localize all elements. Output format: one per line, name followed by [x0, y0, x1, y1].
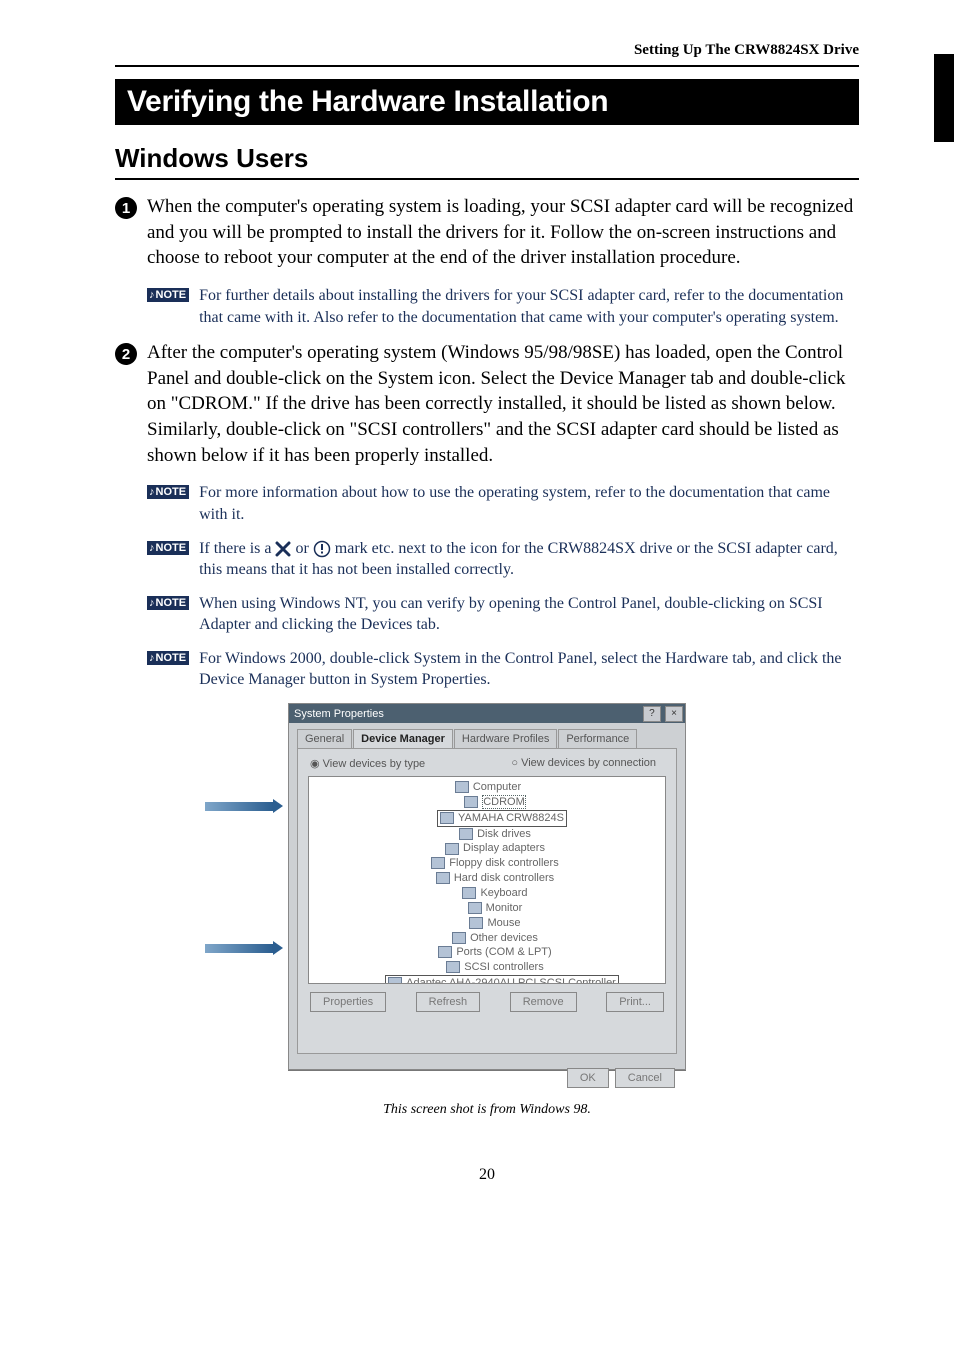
print-button[interactable]: Print... [606, 992, 664, 1012]
side-tab [934, 54, 954, 142]
running-head: Setting Up The CRW8824SX Drive [115, 42, 859, 59]
radio-view-by-type[interactable]: View devices by type [310, 757, 425, 770]
note-badge-icon: ♪NOTE [147, 541, 189, 555]
section-title: Windows Users [115, 143, 859, 174]
header-rule [115, 65, 859, 67]
step-2-badge: 2 [115, 343, 137, 365]
note-badge-icon: ♪NOTE [147, 651, 189, 665]
note-1: ♪NOTE For further details about installi… [147, 285, 859, 328]
step-1-text: When the computer's operating system is … [147, 194, 859, 271]
remove-button[interactable]: Remove [510, 992, 577, 1012]
section-underline [115, 178, 859, 180]
screenshot-system-properties: System Properties ? × General Device Man… [288, 703, 686, 1070]
figure-caption: This screen shot is from Windows 98. [115, 1102, 859, 1118]
exclamation-circle-icon [313, 540, 331, 558]
note-3: ♪NOTE If there is a or mark etc. next to… [147, 538, 859, 581]
note-1-text: For further details about installing the… [199, 285, 859, 328]
cancel-button[interactable]: Cancel [615, 1068, 675, 1088]
step-2-text: After the computer's operating system (W… [147, 340, 859, 468]
properties-button[interactable]: Properties [310, 992, 386, 1012]
note-5-text: For Windows 2000, double-click System in… [199, 648, 859, 691]
tree-scsi-item: Adaptec AHA-2940AU PCI SCSI Controller [406, 977, 616, 984]
note-badge-icon: ♪NOTE [147, 288, 189, 302]
note-5: ♪NOTE For Windows 2000, double-click Sys… [147, 648, 859, 691]
tabs-row: General Device Manager Hardware Profiles… [289, 723, 685, 748]
note-badge-icon: ♪NOTE [147, 596, 189, 610]
arrow-cdrom [205, 799, 283, 813]
tab-device-manager[interactable]: Device Manager [353, 729, 453, 748]
tab-performance[interactable]: Performance [558, 729, 637, 748]
note-2-text: For more information about how to use th… [199, 482, 859, 525]
arrow-scsi [205, 941, 283, 955]
window-close-icon[interactable]: × [665, 706, 683, 722]
tab-hardware-profiles[interactable]: Hardware Profiles [454, 729, 557, 748]
tab-general[interactable]: General [297, 729, 352, 748]
page-title: Verifying the Hardware Installation [115, 79, 859, 125]
note-2: ♪NOTE For more information about how to … [147, 482, 859, 525]
step-1: 1 When the computer's operating system i… [115, 194, 859, 271]
step-2: 2 After the computer's operating system … [115, 340, 859, 468]
window-titlebar: System Properties ? × [289, 704, 685, 723]
tree-cdrom-group: CDROM [482, 795, 526, 809]
x-mark-icon [275, 541, 291, 557]
window-help-icon[interactable]: ? [643, 706, 661, 722]
refresh-button[interactable]: Refresh [416, 992, 481, 1012]
note-3-text: If there is a or mark etc. next to the i… [199, 538, 859, 581]
radio-view-by-connection[interactable]: View devices by connection [511, 757, 656, 770]
note-4: ♪NOTE When using Windows NT, you can ver… [147, 593, 859, 636]
tree-scsi-group: SCSI controllers [464, 961, 543, 973]
radio-row: View devices by type View devices by con… [308, 757, 666, 776]
note-4-text: When using Windows NT, you can verify by… [199, 593, 859, 636]
page-number: 20 [115, 1166, 859, 1184]
ok-button[interactable]: OK [567, 1068, 609, 1088]
device-tree[interactable]: Computer CDROM YAMAHA CRW8824S Disk driv… [308, 776, 666, 984]
tree-cdrom-item: YAMAHA CRW8824S [458, 812, 564, 824]
window-title: System Properties [294, 708, 384, 720]
note-badge-icon: ♪NOTE [147, 485, 189, 499]
step-1-badge: 1 [115, 197, 137, 219]
